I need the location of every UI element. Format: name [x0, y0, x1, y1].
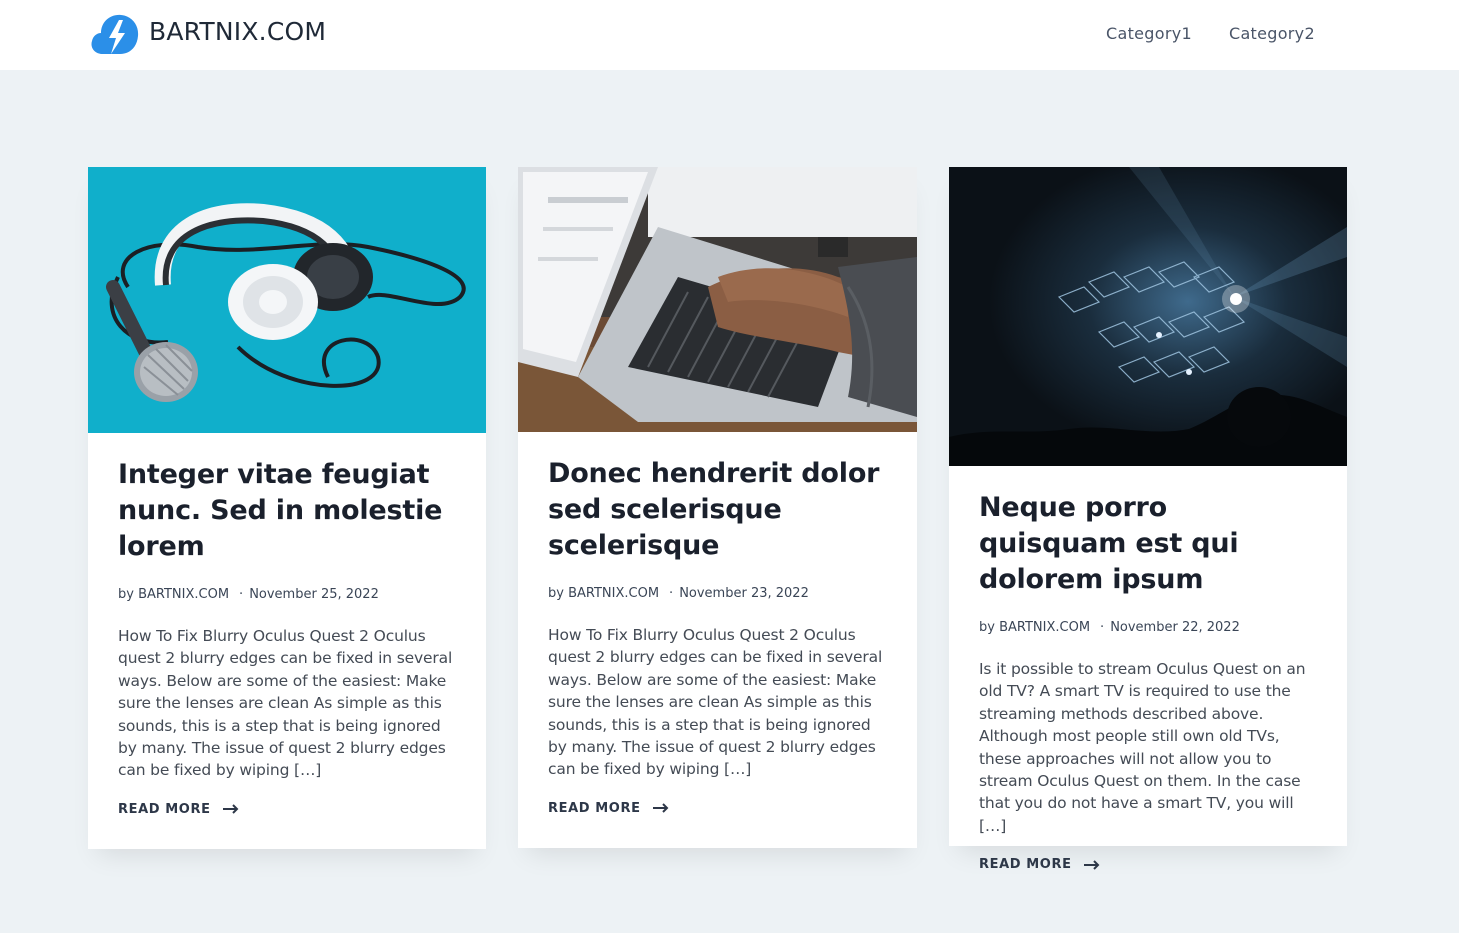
post-author[interactable]: by BARTNIX.COM: [118, 587, 229, 602]
post-date: November 25, 2022: [249, 587, 379, 602]
read-more-label: READ MORE: [979, 857, 1072, 873]
post-card-body: Neque porro quisquam est qui dolorem ips…: [949, 466, 1347, 872]
meta-separator: ·: [239, 587, 244, 602]
post-card: Donec hendrerit dolor sed scelerisque sc…: [518, 167, 917, 848]
read-more-label: READ MORE: [548, 800, 641, 816]
arrow-right-icon: [222, 804, 238, 815]
post-card: Integer vitae feugiat nunc. Sed in moles…: [88, 167, 486, 849]
post-date: November 22, 2022: [1110, 620, 1240, 635]
read-more-label: READ MORE: [118, 801, 211, 817]
post-author[interactable]: by BARTNIX.COM: [979, 620, 1090, 635]
meta-separator: ·: [1100, 620, 1105, 635]
site-name: BARTNIX.COM: [149, 16, 327, 46]
post-thumbnail-link[interactable]: [518, 167, 917, 432]
post-excerpt: How To Fix Blurry Oculus Quest 2 Oculus …: [548, 626, 883, 779]
post-meta: by BARTNIX.COM · November 23, 2022: [548, 584, 887, 604]
post-title[interactable]: Neque porro quisquam est qui dolorem ips…: [979, 490, 1317, 598]
read-more-link[interactable]: READ MORE: [548, 801, 669, 816]
read-more-link[interactable]: READ MORE: [979, 857, 1100, 872]
post-thumbnail-link[interactable]: [949, 167, 1347, 466]
read-more-link[interactable]: READ MORE: [118, 802, 239, 817]
nav-item-category2[interactable]: Category2: [1229, 24, 1315, 43]
lightning-cloud-logo-icon: [91, 14, 139, 54]
site-logo-link[interactable]: BARTNIX.COM: [89, 9, 326, 59]
site-header: BARTNIX.COM Category1 Category2: [0, 0, 1459, 70]
nav-item-category1[interactable]: Category1: [1106, 24, 1192, 43]
post-excerpt: Is it possible to stream Oculus Quest on…: [979, 660, 1306, 835]
post-title[interactable]: Donec hendrerit dolor sed scelerisque sc…: [548, 456, 887, 564]
arrow-right-icon: [1083, 860, 1099, 870]
arrow-right-icon: [652, 803, 668, 814]
post-excerpt: How To Fix Blurry Oculus Quest 2 Oculus …: [118, 627, 453, 780]
post-card-body: Donec hendrerit dolor sed scelerisque sc…: [518, 432, 917, 816]
post-date: November 23, 2022: [679, 586, 809, 601]
post-card: Neque porro quisquam est qui dolorem ips…: [949, 167, 1347, 872]
meta-separator: ·: [669, 586, 674, 601]
post-title[interactable]: Integer vitae feugiat nunc. Sed in moles…: [118, 457, 456, 565]
concert-lights-image: [949, 167, 1347, 466]
post-thumbnail-link[interactable]: [88, 167, 486, 433]
post-meta: by BARTNIX.COM · November 22, 2022: [979, 618, 1317, 638]
main-nav: Category1 Category2: [1106, 24, 1315, 43]
post-meta: by BARTNIX.COM · November 25, 2022: [118, 585, 456, 605]
headphones-microphone-image: [88, 167, 486, 433]
laptop-typing-image: [518, 167, 917, 432]
post-author[interactable]: by BARTNIX.COM: [548, 586, 659, 601]
post-card-body: Integer vitae feugiat nunc. Sed in moles…: [88, 433, 486, 817]
